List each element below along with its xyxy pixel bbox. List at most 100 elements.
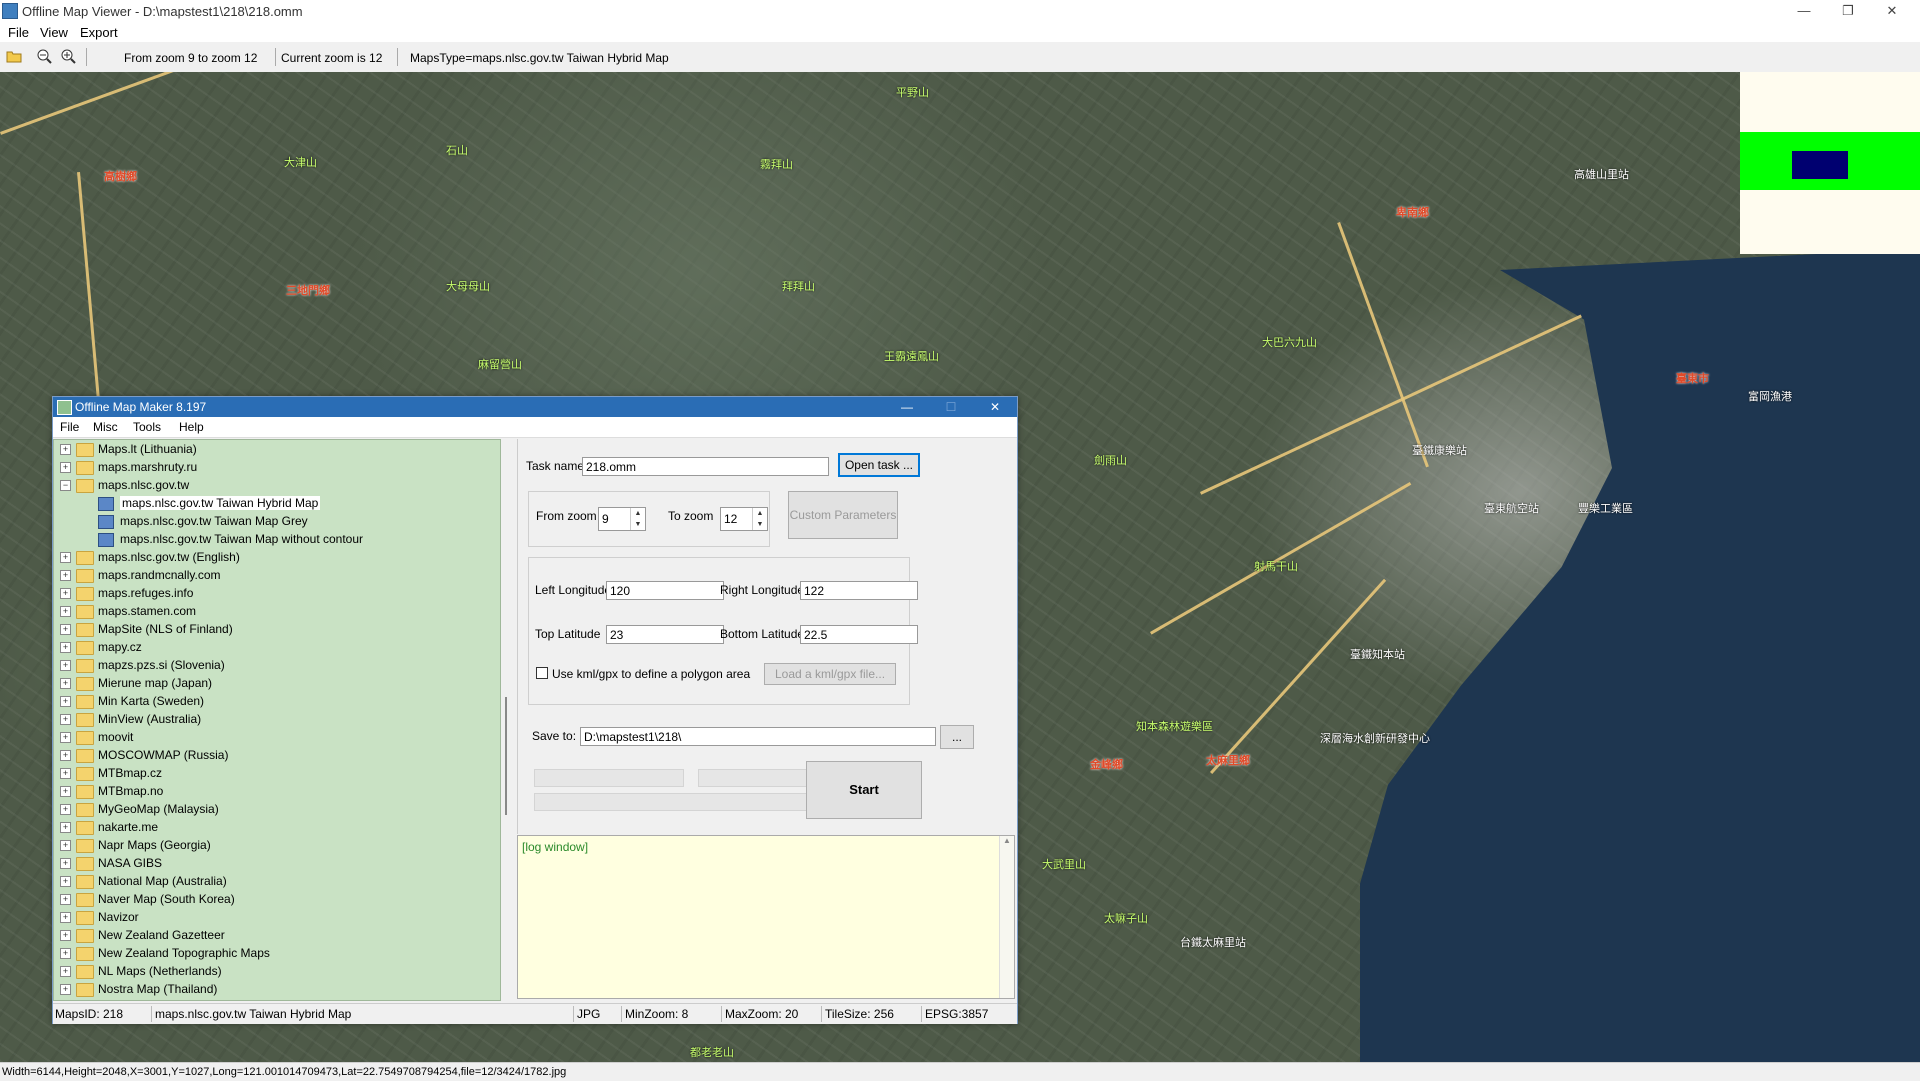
expand-icon[interactable]: + bbox=[60, 588, 71, 599]
tree-item[interactable]: maps.nlsc.gov.tw Taiwan Map Grey bbox=[54, 512, 494, 530]
left-longitude-input[interactable]: 120 bbox=[606, 581, 724, 600]
tree-item[interactable]: + Napr Maps (Georgia) bbox=[54, 836, 494, 854]
tree-item[interactable]: + Nostra Map (Thailand) bbox=[54, 980, 494, 998]
tree-item-label: MTBmap.cz bbox=[98, 766, 163, 780]
expand-icon[interactable]: + bbox=[60, 642, 71, 653]
expand-icon[interactable]: + bbox=[60, 822, 71, 833]
bottom-latitude-input[interactable]: 22.5 bbox=[800, 625, 918, 644]
custom-parameters-button[interactable]: Custom Parameters bbox=[788, 491, 898, 539]
to-zoom-stepper[interactable]: 12 ▲ ▼ bbox=[720, 507, 768, 531]
log-window[interactable]: [log window] ▲ bbox=[517, 835, 1015, 999]
tree-item[interactable]: + MapSite (NLS of Finland) bbox=[54, 620, 494, 638]
tree-item[interactable]: + NL Maps (Netherlands) bbox=[54, 962, 494, 980]
tree-item[interactable]: maps.nlsc.gov.tw Taiwan Hybrid Map bbox=[54, 494, 494, 512]
open-task-button[interactable]: Open task ... bbox=[838, 453, 920, 477]
map-label: 高樹鄉 bbox=[104, 171, 137, 183]
spin-arrows-icon[interactable]: ▲ ▼ bbox=[752, 508, 767, 530]
tree-item[interactable]: + New Zealand Gazetteer bbox=[54, 926, 494, 944]
load-kml-button[interactable]: Load a kml/gpx file... bbox=[764, 663, 896, 685]
task-name-input[interactable]: 218.omm bbox=[582, 457, 829, 476]
tree-scrollbar[interactable] bbox=[505, 697, 507, 815]
tree-item[interactable]: maps.nlsc.gov.tw Taiwan Map without cont… bbox=[54, 530, 494, 548]
tree-item[interactable]: + Mierune map (Japan) bbox=[54, 674, 494, 692]
expand-icon[interactable]: + bbox=[60, 966, 71, 977]
folder-icon bbox=[76, 893, 94, 907]
zoom-out-icon[interactable] bbox=[36, 48, 52, 64]
tree-item[interactable]: + NASA GIBS bbox=[54, 854, 494, 872]
start-button[interactable]: Start bbox=[806, 761, 922, 819]
tree-item[interactable]: + maps.marshruty.ru bbox=[54, 458, 494, 476]
expand-icon[interactable]: + bbox=[60, 732, 71, 743]
from-zoom-stepper[interactable]: 9 ▲ ▼ bbox=[598, 507, 646, 531]
expand-icon[interactable]: + bbox=[60, 462, 71, 473]
expand-icon[interactable]: + bbox=[60, 858, 71, 869]
tree-item[interactable]: + MOSCOWMAP (Russia) bbox=[54, 746, 494, 764]
menu-view[interactable]: View bbox=[40, 25, 68, 40]
tree-item[interactable]: + moovit bbox=[54, 728, 494, 746]
minimize-button[interactable]: — bbox=[1782, 0, 1826, 22]
close-button[interactable]: ✕ bbox=[1870, 0, 1914, 22]
expand-icon[interactable]: + bbox=[60, 786, 71, 797]
expand-icon[interactable]: + bbox=[60, 948, 71, 959]
tree-item[interactable]: + Navizor bbox=[54, 908, 494, 926]
expand-icon[interactable]: + bbox=[60, 660, 71, 671]
tree-item[interactable]: + maps.refuges.info bbox=[54, 584, 494, 602]
expand-icon[interactable]: + bbox=[60, 570, 71, 581]
tree-item[interactable]: + Naver Map (South Korea) bbox=[54, 890, 494, 908]
maximize-button[interactable]: ❐ bbox=[1826, 0, 1870, 22]
folder-icon bbox=[76, 731, 94, 745]
top-latitude-input[interactable]: 23 bbox=[606, 625, 724, 644]
tree-item[interactable]: + MyGeoMap (Malaysia) bbox=[54, 800, 494, 818]
expand-icon[interactable]: + bbox=[60, 444, 71, 455]
expand-icon[interactable]: + bbox=[60, 804, 71, 815]
expand-icon[interactable]: + bbox=[60, 750, 71, 761]
tree-item[interactable]: + maps.nlsc.gov.tw (English) bbox=[54, 548, 494, 566]
zoom-in-icon[interactable] bbox=[60, 48, 76, 64]
tree-item[interactable]: + maps.stamen.com bbox=[54, 602, 494, 620]
expand-icon[interactable]: + bbox=[60, 876, 71, 887]
tree-item[interactable]: + nakarte.me bbox=[54, 818, 494, 836]
spin-arrows-icon[interactable]: ▲ ▼ bbox=[630, 508, 645, 530]
menu-export[interactable]: Export bbox=[80, 25, 118, 40]
expand-icon[interactable]: + bbox=[60, 624, 71, 635]
tree-item[interactable]: − maps.nlsc.gov.tw bbox=[54, 476, 494, 494]
browse-button[interactable]: ... bbox=[940, 725, 974, 749]
maker-close-button[interactable]: ✕ bbox=[973, 397, 1017, 417]
expand-icon[interactable]: + bbox=[60, 552, 71, 563]
tree-item[interactable]: + MTBmap.no bbox=[54, 782, 494, 800]
maker-minimize-button[interactable]: — bbox=[885, 397, 929, 417]
open-folder-icon[interactable] bbox=[6, 48, 22, 64]
expand-icon[interactable]: + bbox=[60, 696, 71, 707]
expand-icon[interactable]: + bbox=[60, 606, 71, 617]
tree-item[interactable]: + Maps.lt (Lithuania) bbox=[54, 440, 494, 458]
expand-icon[interactable]: + bbox=[60, 768, 71, 779]
tree-item[interactable]: + mapy.cz bbox=[54, 638, 494, 656]
tree-item[interactable]: + National Map (Australia) bbox=[54, 872, 494, 890]
maker-menu-misc[interactable]: Misc bbox=[93, 420, 118, 434]
tree-item[interactable]: + New Zealand Topographic Maps bbox=[54, 944, 494, 962]
overview-viewport[interactable] bbox=[1792, 151, 1848, 179]
tree-item[interactable]: + maps.randmcnally.com bbox=[54, 566, 494, 584]
expand-icon[interactable]: + bbox=[60, 678, 71, 689]
tree-item[interactable]: + Min Karta (Sweden) bbox=[54, 692, 494, 710]
save-to-input[interactable]: D:\mapstest1\218\ bbox=[580, 727, 936, 746]
log-scrollbar[interactable]: ▲ bbox=[999, 836, 1014, 998]
maker-menu-tools[interactable]: Tools bbox=[133, 420, 161, 434]
menu-file[interactable]: File bbox=[8, 25, 29, 40]
maker-maximize-button[interactable]: ☐ bbox=[929, 397, 973, 417]
expand-icon[interactable]: + bbox=[60, 930, 71, 941]
tree-item[interactable]: + MinView (Australia) bbox=[54, 710, 494, 728]
tree-item[interactable]: + mapzs.pzs.si (Slovenia) bbox=[54, 656, 494, 674]
map-source-tree[interactable]: + Maps.lt (Lithuania) + maps.marshruty.ru − m… bbox=[53, 439, 501, 1001]
collapse-icon[interactable]: − bbox=[60, 480, 71, 491]
right-longitude-input[interactable]: 122 bbox=[800, 581, 918, 600]
expand-icon[interactable]: + bbox=[60, 984, 71, 995]
expand-icon[interactable]: + bbox=[60, 894, 71, 905]
expand-icon[interactable]: + bbox=[60, 912, 71, 923]
maker-menu-help[interactable]: Help bbox=[179, 420, 204, 434]
kml-checkbox[interactable] bbox=[536, 667, 548, 679]
expand-icon[interactable]: + bbox=[60, 714, 71, 725]
expand-icon[interactable]: + bbox=[60, 840, 71, 851]
maker-menu-file[interactable]: File bbox=[60, 420, 79, 434]
tree-item[interactable]: + MTBmap.cz bbox=[54, 764, 494, 782]
